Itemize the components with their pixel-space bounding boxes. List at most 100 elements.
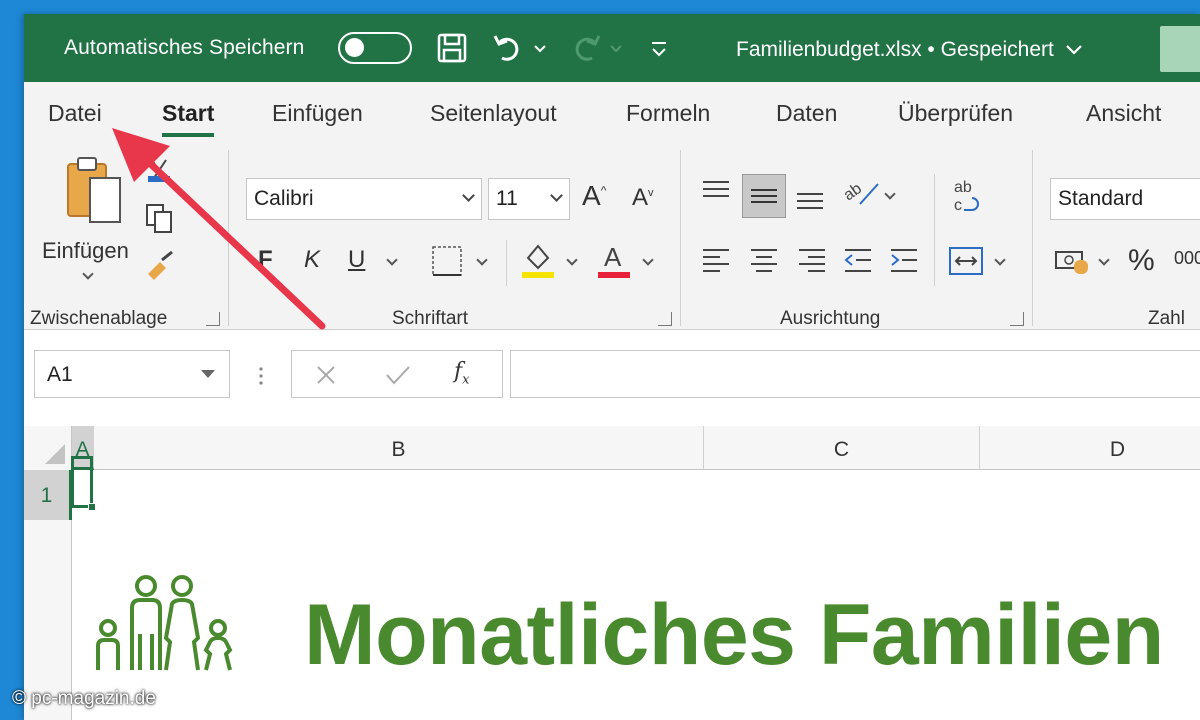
align-bottom-icon[interactable]	[794, 180, 826, 212]
format-painter-icon[interactable]	[144, 250, 178, 284]
alignment-launcher-icon[interactable]	[1010, 312, 1024, 326]
undo-dropdown-icon[interactable]	[532, 30, 548, 66]
divider	[506, 240, 507, 286]
font-group-label: Schriftart	[392, 308, 469, 329]
align-right-icon[interactable]	[796, 244, 828, 276]
file-title[interactable]: Familienbudget.xlsx • Gespeichert	[736, 38, 1084, 62]
formula-bar-area: A1 fx	[24, 330, 1200, 426]
svg-text:A: A	[604, 242, 622, 272]
comma-style-icon[interactable]: 000	[1174, 248, 1200, 269]
formula-input[interactable]	[510, 350, 1200, 398]
decrease-font-size-icon[interactable]: Av	[632, 184, 654, 212]
select-all-icon	[45, 444, 65, 464]
enter-icon[interactable]	[384, 363, 412, 387]
font-color-dropdown-icon[interactable]	[642, 254, 654, 266]
paste-dropdown-icon[interactable]	[82, 268, 94, 280]
fill-color-dropdown-icon[interactable]	[566, 254, 578, 266]
more-options-icon[interactable]	[256, 364, 266, 388]
chevron-down-icon	[462, 189, 475, 202]
autosave-toggle[interactable]	[338, 32, 412, 64]
customize-toolbar-icon[interactable]	[648, 30, 670, 66]
redo-icon[interactable]	[568, 30, 604, 66]
number-group-label: Zahl	[1148, 308, 1185, 329]
font-color-icon[interactable]: A	[596, 240, 632, 280]
increase-indent-icon[interactable]	[888, 244, 920, 276]
select-all-button[interactable]	[24, 426, 72, 470]
account-button[interactable]	[1160, 26, 1200, 72]
merge-center-icon[interactable]	[948, 244, 984, 278]
svg-text:ab: ab	[954, 179, 972, 196]
align-center-icon[interactable]	[748, 244, 780, 276]
clipboard-group-label: Zwischenablage	[30, 308, 168, 329]
align-middle-button[interactable]	[742, 174, 786, 218]
accounting-format-icon[interactable]	[1054, 244, 1094, 278]
family-icon	[96, 575, 233, 671]
name-box[interactable]: A1	[34, 350, 230, 398]
font-size-combo[interactable]: 11	[488, 178, 570, 220]
underline-dropdown-icon[interactable]	[386, 254, 398, 266]
tab-start[interactable]: Start	[162, 100, 215, 137]
autosave-label: Automatisches Speichern	[64, 36, 305, 59]
name-box-dropdown-icon[interactable]	[201, 370, 215, 378]
paste-icon[interactable]	[64, 154, 124, 230]
watermark: © pc-magazin.de	[12, 688, 156, 709]
cancel-icon[interactable]	[314, 363, 338, 387]
title-bar: Automatisches Speichern Familienbudget.x…	[24, 14, 1200, 82]
tab-einfuegen[interactable]: Einfügen	[272, 100, 363, 127]
orientation-dropdown-icon[interactable]	[884, 188, 896, 200]
row-header-1[interactable]: 1	[24, 470, 72, 520]
tab-ueberpruefen[interactable]: Überprüfen	[898, 100, 1013, 127]
clipboard-launcher-icon[interactable]	[206, 312, 220, 326]
number-format-combo[interactable]: Standard	[1050, 178, 1200, 220]
sheet-title: Monatliches Familien	[304, 587, 1164, 683]
chevron-down-icon	[1065, 45, 1082, 56]
insert-function-icon[interactable]: fx	[454, 359, 470, 387]
font-launcher-icon[interactable]	[658, 312, 672, 326]
font-name-combo[interactable]: Calibri	[246, 178, 482, 220]
align-middle-icon	[751, 189, 777, 203]
italic-button[interactable]: K	[304, 246, 320, 274]
alignment-group-label: Ausrichtung	[780, 308, 881, 329]
merge-dropdown-icon[interactable]	[994, 254, 1006, 266]
tab-ansicht[interactable]: Ansicht	[1086, 100, 1161, 127]
decrease-indent-icon[interactable]	[842, 244, 874, 276]
align-top-icon[interactable]	[700, 176, 732, 208]
tab-seitenlayout[interactable]: Seitenlayout	[430, 100, 557, 127]
number-format-value: Standard	[1058, 187, 1144, 210]
percent-style-icon[interactable]: %	[1128, 244, 1155, 278]
svg-text:ab: ab	[842, 180, 865, 204]
undo-icon[interactable]	[490, 30, 526, 66]
save-icon[interactable]	[434, 30, 470, 66]
ribbon: Einfügen Zwischenablage Calibri 11 A^ Av	[24, 144, 1200, 330]
font-name-value: Calibri	[254, 187, 314, 210]
redo-dropdown-icon[interactable]	[608, 30, 624, 66]
align-left-icon[interactable]	[700, 244, 732, 276]
svg-text:c: c	[954, 197, 962, 214]
wrap-text-icon[interactable]: ab c	[950, 176, 984, 214]
fill-color-icon[interactable]	[520, 240, 556, 280]
accounting-dropdown-icon[interactable]	[1098, 254, 1110, 266]
increase-font-size-icon[interactable]: A^	[582, 180, 606, 212]
formula-buttons: fx	[291, 350, 503, 398]
underline-button[interactable]: U	[348, 246, 365, 274]
bold-button[interactable]: F	[258, 246, 273, 274]
toggle-knob	[345, 38, 364, 57]
active-cell-a1[interactable]	[71, 456, 96, 511]
row-headers: 1	[24, 470, 72, 720]
cut-icon[interactable]	[146, 156, 172, 186]
column-header-c[interactable]: C	[704, 426, 980, 470]
tab-daten[interactable]: Daten	[776, 100, 837, 127]
column-header-d[interactable]: D	[980, 426, 1200, 470]
tab-datei[interactable]: Datei	[48, 100, 102, 127]
tab-formeln[interactable]: Formeln	[626, 100, 710, 127]
borders-icon[interactable]	[430, 244, 464, 278]
paste-label[interactable]: Einfügen	[42, 238, 129, 264]
excel-window: Automatisches Speichern Familienbudget.x…	[24, 14, 1200, 720]
borders-dropdown-icon[interactable]	[476, 254, 488, 266]
fill-handle[interactable]	[88, 503, 96, 511]
column-headers: A B C D	[24, 426, 1200, 470]
orientation-icon[interactable]: ab	[842, 174, 882, 210]
copy-icon[interactable]	[144, 202, 176, 236]
column-header-b[interactable]: B	[94, 426, 704, 470]
font-size-value: 11	[496, 187, 518, 210]
